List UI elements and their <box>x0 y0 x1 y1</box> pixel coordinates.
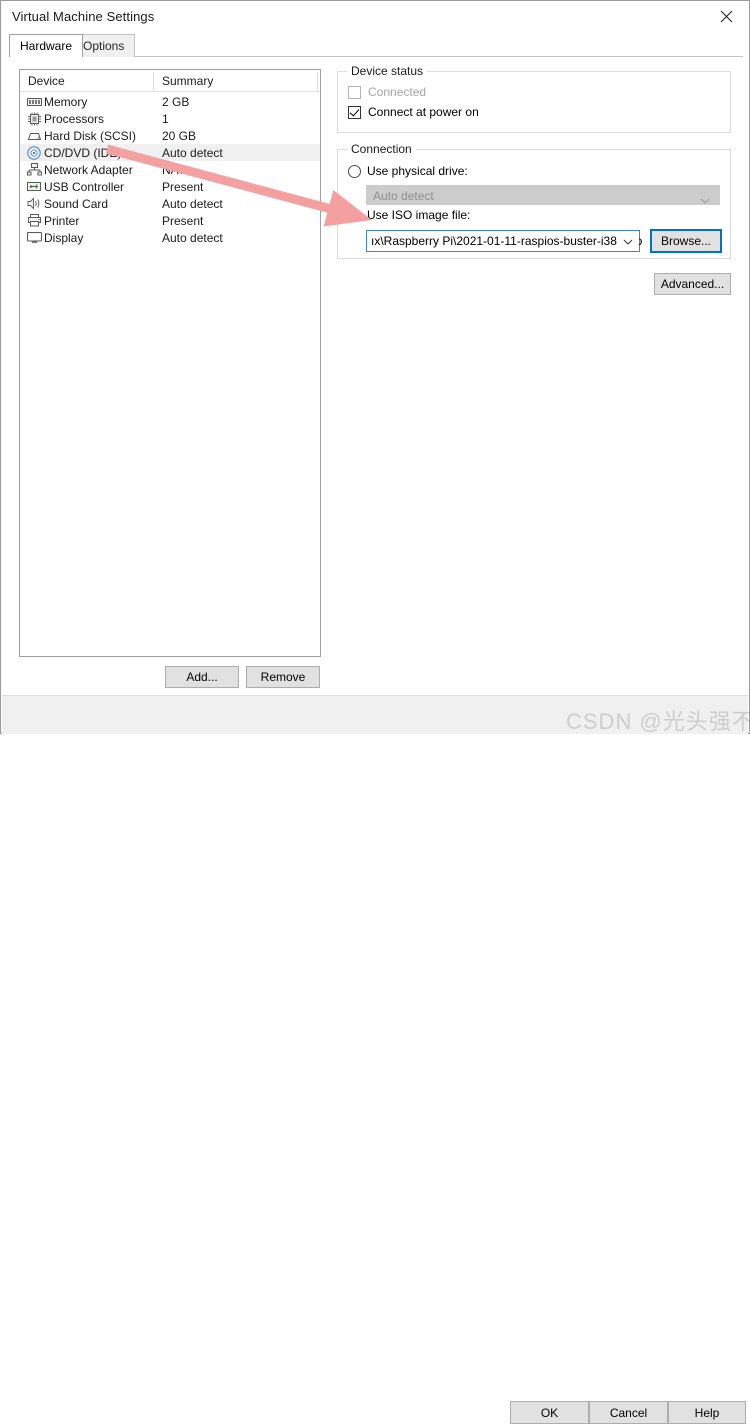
tab-hardware-label: Hardware <box>20 39 73 53</box>
ok-button[interactable]: OK <box>510 1401 589 1424</box>
use-physical-drive-radio[interactable]: Use physical drive: <box>348 164 468 178</box>
device-summary: Present <box>162 214 204 228</box>
checkbox-checked-icon <box>348 105 361 119</box>
browse-button[interactable]: Browse... <box>650 229 722 253</box>
chevron-down-icon <box>623 234 633 248</box>
device-name: Sound Card <box>44 197 109 211</box>
device-name: Printer <box>44 214 80 228</box>
use-iso-image-label: Use ISO image file: <box>367 208 471 222</box>
iso-path-dropdown-button[interactable] <box>617 231 639 251</box>
network-adapter-icon <box>26 162 42 177</box>
table-row[interactable]: USB Controller Present <box>20 178 320 195</box>
window-title: Virtual Machine Settings <box>12 9 155 24</box>
device-name: Network Adapter <box>44 163 133 177</box>
device-status-title: Device status <box>347 64 428 78</box>
close-button[interactable] <box>703 1 749 32</box>
device-summary: Present <box>162 180 204 194</box>
column-divider-end <box>317 72 318 90</box>
close-icon <box>720 10 733 23</box>
device-name: Processors <box>44 112 105 126</box>
tab-strip: Hardware Options <box>9 34 743 57</box>
connected-label: Connected <box>368 85 427 99</box>
device-list-rows: Memory 2 GB Processors 1 Hard Disk (SCSI… <box>20 93 320 246</box>
table-row[interactable]: Hard Disk (SCSI) 20 GB <box>20 127 320 144</box>
device-name: Display <box>44 231 84 245</box>
tab-options-label: Options <box>83 39 125 53</box>
column-header-device: Device <box>28 74 65 88</box>
iso-path-value: ıx\Raspberry Pi\2021-01-11-raspios-buste… <box>371 234 643 248</box>
cd-dvd-icon <box>26 145 42 160</box>
table-row[interactable]: Display Auto detect <box>20 229 320 246</box>
radio-selected-icon <box>348 208 361 222</box>
device-list-header: Device Summary <box>20 70 320 92</box>
display-icon <box>26 230 42 245</box>
device-list[interactable]: Device Summary Memory 2 GB Processors 1 … <box>19 69 321 657</box>
add-button[interactable]: Add... <box>165 666 239 688</box>
connection-title: Connection <box>347 142 416 156</box>
usb-controller-icon <box>26 179 42 194</box>
table-row[interactable]: Network Adapter NAT <box>20 161 320 178</box>
physical-drive-select: Auto detect <box>366 185 720 205</box>
device-summary: NAT <box>162 163 186 177</box>
table-row-cd-dvd[interactable]: CD/DVD (IDE) Auto detect <box>20 144 320 161</box>
device-summary: Auto detect <box>162 197 223 211</box>
dialog-footer: OK Cancel Help <box>2 696 748 1424</box>
connected-checkbox: Connected <box>348 85 426 99</box>
use-physical-drive-label: Use physical drive: <box>367 164 468 178</box>
table-row[interactable]: Printer Present <box>20 212 320 229</box>
radio-icon <box>348 164 361 178</box>
help-button[interactable]: Help <box>668 1401 746 1424</box>
physical-drive-value: Auto detect <box>373 189 434 203</box>
device-name: USB Controller <box>44 180 125 194</box>
device-summary: Auto detect <box>162 146 223 160</box>
printer-icon <box>26 213 42 228</box>
checkbox-icon <box>348 85 361 99</box>
memory-icon <box>26 94 42 109</box>
device-name: Hard Disk (SCSI) <box>44 129 137 143</box>
device-name: Memory <box>44 95 88 109</box>
device-summary: 20 GB <box>162 129 197 143</box>
device-name: CD/DVD (IDE) <box>44 146 122 160</box>
chevron-down-icon <box>700 193 710 207</box>
connection-group: Connection Use physical drive: Auto dete… <box>337 142 731 259</box>
column-header-summary: Summary <box>162 74 214 88</box>
table-row[interactable]: Memory 2 GB <box>20 93 320 110</box>
connect-at-power-on-checkbox[interactable]: Connect at power on <box>348 105 479 119</box>
title-bar: Virtual Machine Settings <box>1 1 749 32</box>
remove-button[interactable]: Remove <box>246 666 320 688</box>
column-divider <box>153 72 154 90</box>
iso-path-input[interactable]: ıx\Raspberry Pi\2021-01-11-raspios-buste… <box>366 230 643 252</box>
device-summary: 2 GB <box>162 95 190 109</box>
cancel-button[interactable]: Cancel <box>589 1401 668 1424</box>
device-status-group: Device status Connected Connect at power… <box>337 64 731 133</box>
table-row[interactable]: Processors 1 <box>20 110 320 127</box>
sound-card-icon <box>26 196 42 211</box>
advanced-button[interactable]: Advanced... <box>654 273 731 295</box>
use-iso-image-radio[interactable]: Use ISO image file: <box>348 208 470 222</box>
device-summary: 1 <box>162 112 169 126</box>
processor-icon <box>26 111 42 126</box>
virtual-machine-settings-dialog: Virtual Machine Settings Hardware Option… <box>0 0 750 1424</box>
device-summary: Auto detect <box>162 231 223 245</box>
tab-underline-cover <box>10 56 63 57</box>
tab-hardware[interactable]: Hardware <box>9 34 84 57</box>
table-row[interactable]: Sound Card Auto detect <box>20 195 320 212</box>
hard-disk-icon <box>26 128 42 143</box>
connect-at-power-on-label: Connect at power on <box>368 105 479 119</box>
